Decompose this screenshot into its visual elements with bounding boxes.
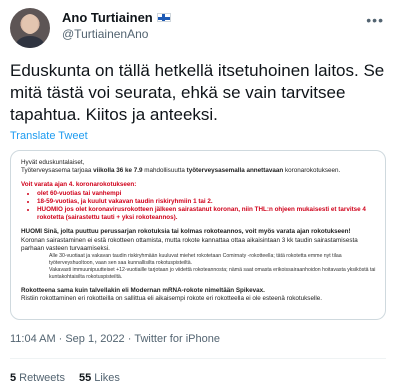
doc-intro: Työterveysasema tarjoaa viikolla 36 ke 7… [21,167,341,175]
tweet-text: Eduskunta on tällä hetkellä itsetuhoinen… [10,61,385,124]
doc-vaccine-text: Ristiin rokottaminen eri rokotteilla on … [21,295,322,303]
doc-note-text: Koronan sairastaminen ei estä rokotteen … [21,236,358,252]
likes-stat[interactable]: 55 Likes [79,372,120,384]
doc-small-line: Vakavasti immuunipuutteiset +12-vuotiail… [49,267,376,281]
list-item: HUOMIO jos olet koronavirusrokotteen jäl… [37,206,381,222]
retweets-stat[interactable]: 5 Retweets [10,372,65,384]
email-document: Hyvät eduskuntalaiset, Työterveysasema t… [21,159,381,303]
tweet-time[interactable]: 11:04 AM [10,333,56,345]
list-item: olet 60-vuotias tai vanhempi [37,190,381,198]
user-handle[interactable]: @TurtiainenAno [62,27,148,41]
translate-tweet-link[interactable]: Translate Tweet [10,130,88,142]
doc-note-bold: HUOMI Sinä, jolta puuttuu perussarjan ro… [21,228,351,236]
doc-small-line: Alle 30-vuotiaat ja vakavan taudin riski… [49,253,342,267]
tweet-stats: 5 Retweets 55 Likes [10,372,120,384]
divider [10,358,386,359]
tweet-client[interactable]: Twitter for iPhone [134,333,220,345]
meta-separator: · [58,333,63,345]
tweet-meta: 11:04 AM · Sep 1, 2022 · Twitter for iPh… [10,333,220,345]
display-name[interactable]: Ano Turtiainen [62,10,153,25]
tweet-image[interactable]: Hyvät eduskuntalaiset, Työterveysasema t… [10,150,386,320]
doc-eligible-list: olet 60-vuotias tai vanhempi 18-59-vuoti… [21,190,381,223]
avatar-shirt [16,36,44,48]
avatar-face [22,14,38,34]
tweet-date[interactable]: Sep 1, 2022 [65,333,124,345]
finland-flag-icon [156,13,171,22]
name-row: Ano Turtiainen [62,10,171,25]
doc-vaccine-bold: Rokotteena sama kuin talvellakin eli Mod… [21,287,265,295]
doc-eligible-title: Voit varata ajan 4. koronarokotukseen: [21,181,137,189]
ellipsis-icon[interactable]: ••• [366,12,384,28]
meta-separator: · [127,333,132,345]
list-item: 18-59-vuotias, ja kuulut vakavan taudin … [37,198,381,206]
doc-greeting: Hyvät eduskuntalaiset, [21,159,85,166]
avatar[interactable] [10,8,50,48]
tweet-header: Ano Turtiainen @TurtiainenAno ••• [10,8,386,48]
